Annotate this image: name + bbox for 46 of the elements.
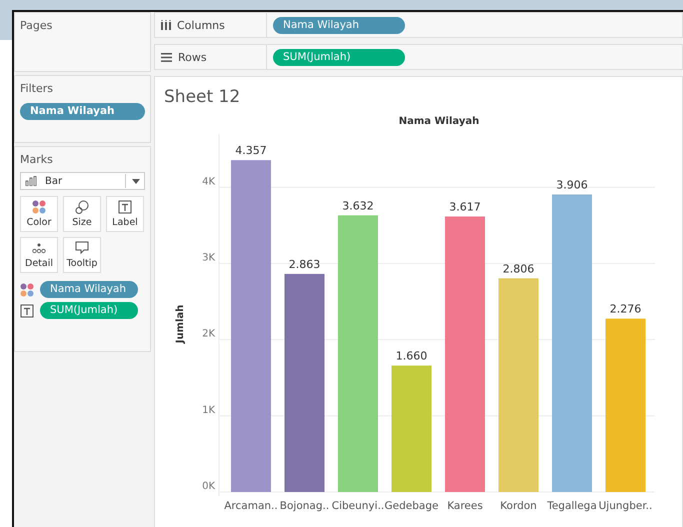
caret-icon bbox=[132, 178, 140, 184]
marks-card-button[interactable]: Color bbox=[20, 196, 58, 232]
value-label: 2.276 bbox=[610, 302, 642, 316]
value-label: 1.660 bbox=[396, 350, 428, 363]
text-label-icon bbox=[20, 304, 34, 318]
sheet-title: Sheet 12 bbox=[164, 87, 242, 109]
category-label: Tegallega bbox=[547, 500, 597, 512]
axis-header: Nama Wilayah bbox=[398, 116, 480, 127]
marks-card-button[interactable]: Label bbox=[106, 196, 144, 232]
value-label: 4.357 bbox=[235, 144, 267, 158]
tick-label: 2K bbox=[202, 328, 215, 340]
color-dots-icon bbox=[32, 200, 46, 214]
tick-label: 1K bbox=[202, 404, 215, 416]
category-label: Ujungber.. bbox=[598, 500, 652, 512]
speech-bubble-icon bbox=[75, 241, 89, 255]
pages-title: Pages bbox=[20, 19, 54, 32]
mark-type-dropdown[interactable]: Bar bbox=[20, 172, 145, 190]
category-label: Arcaman.. bbox=[224, 500, 278, 512]
filters-title: Filters bbox=[20, 82, 54, 95]
tick-label: 3K bbox=[202, 252, 215, 264]
marks-card-button[interactable]: Size bbox=[63, 196, 101, 232]
bar-chart-icon bbox=[25, 176, 39, 186]
value-label: 3.906 bbox=[556, 178, 588, 192]
shelf-label: Columns bbox=[177, 18, 225, 32]
value-label: 3.632 bbox=[342, 199, 374, 212]
size-icon bbox=[75, 200, 89, 214]
marks-card-button[interactable]: Tooltip bbox=[63, 237, 101, 273]
columns-icon bbox=[161, 20, 171, 30]
rows-icon bbox=[161, 52, 172, 62]
color-dots-icon bbox=[20, 282, 34, 296]
category-label: Gedebage bbox=[384, 500, 438, 512]
detail-dots-icon bbox=[32, 241, 46, 255]
tick-label: 4K bbox=[202, 176, 215, 188]
tick-label: 0K bbox=[202, 481, 215, 492]
marks-title: Marks bbox=[20, 153, 54, 166]
value-label: 3.617 bbox=[449, 200, 481, 214]
shelf-label: Rows bbox=[178, 50, 207, 64]
category-label: Kordon bbox=[500, 500, 537, 512]
axis-title: Jumlah bbox=[175, 304, 186, 344]
text-label-icon bbox=[118, 200, 132, 214]
category-label: Bojonag.. bbox=[280, 500, 330, 512]
value-label: 2.806 bbox=[502, 262, 534, 276]
value-label: 2.863 bbox=[288, 258, 320, 271]
category-label: Karees bbox=[447, 500, 483, 512]
marks-card-button[interactable]: Detail bbox=[20, 237, 58, 273]
category-label: Cibeunyi.. bbox=[332, 500, 384, 512]
